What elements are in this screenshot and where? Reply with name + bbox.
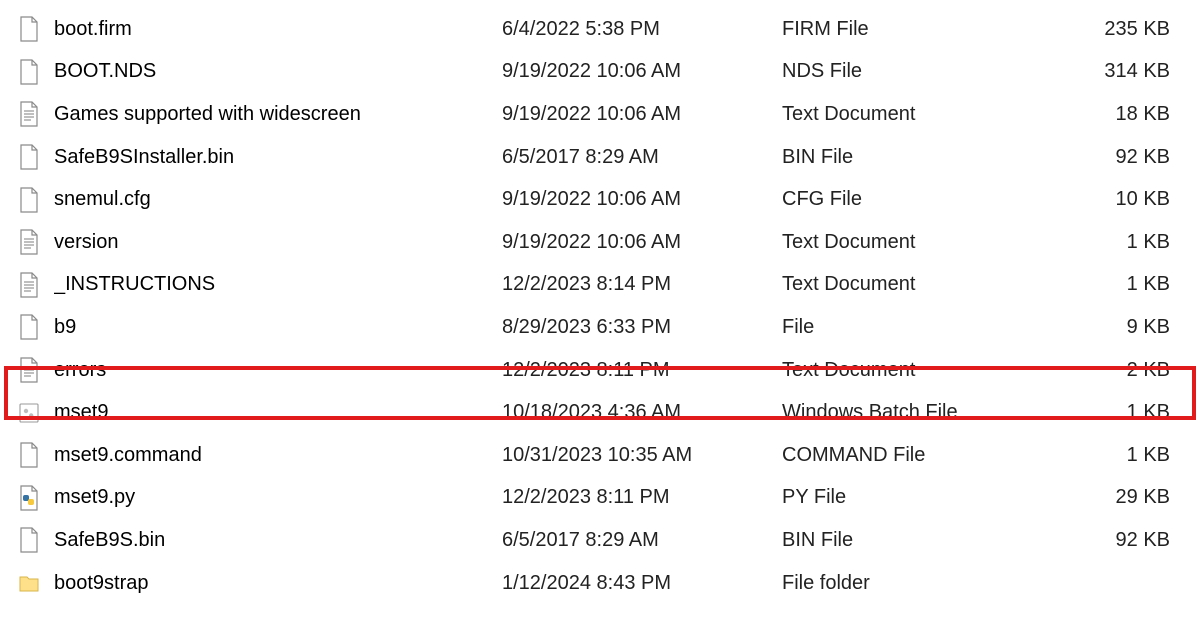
file-date: 12/2/2023 8:11 PM — [502, 359, 782, 382]
file-row[interactable]: _INSTRUCTIONS12/2/2023 8:14 PMText Docum… — [0, 264, 1200, 307]
file-type: COMMAND File — [782, 444, 1044, 467]
file-type: BIN File — [782, 146, 1044, 169]
file-type: File — [782, 316, 1044, 339]
file-text-icon — [18, 357, 54, 383]
file-size: 10 KB — [1044, 188, 1170, 211]
file-type: FIRM File — [782, 18, 1044, 41]
file-name: version — [54, 231, 502, 254]
file-date: 9/19/2022 10:06 AM — [502, 188, 782, 211]
file-name: Games supported with widescreen — [54, 103, 502, 126]
file-size: 18 KB — [1044, 103, 1170, 126]
file-name: mset9.command — [54, 444, 502, 467]
file-text-icon — [18, 229, 54, 255]
file-type: BIN File — [782, 529, 1044, 552]
file-row[interactable]: mset9.py12/2/2023 8:11 PMPY File29 KB — [0, 477, 1200, 520]
file-row[interactable]: mset910/18/2023 4:36 AMWindows Batch Fil… — [0, 391, 1200, 434]
file-size: 235 KB — [1044, 18, 1170, 41]
file-row[interactable]: snemul.cfg9/19/2022 10:06 AMCFG File10 K… — [0, 178, 1200, 221]
file-type: NDS File — [782, 60, 1044, 83]
file-text-icon — [18, 101, 54, 127]
file-name: BOOT.NDS — [54, 60, 502, 83]
file-blank-icon — [18, 16, 54, 42]
file-date: 1/12/2024 8:43 PM — [502, 572, 782, 595]
file-name: snemul.cfg — [54, 188, 502, 211]
file-type: Text Document — [782, 359, 1044, 382]
folder-icon — [18, 570, 54, 596]
file-batch-icon — [18, 400, 54, 426]
file-date: 8/29/2023 6:33 PM — [502, 316, 782, 339]
file-size: 1 KB — [1044, 273, 1170, 296]
file-name: SafeB9SInstaller.bin — [54, 146, 502, 169]
file-size: 2 KB — [1044, 359, 1170, 382]
file-blank-icon — [18, 144, 54, 170]
file-date: 9/19/2022 10:06 AM — [502, 103, 782, 126]
file-row[interactable]: version9/19/2022 10:06 AMText Document1 … — [0, 221, 1200, 264]
file-blank-icon — [18, 59, 54, 85]
file-size: 92 KB — [1044, 529, 1170, 552]
file-name: mset9.py — [54, 486, 502, 509]
file-size: 92 KB — [1044, 146, 1170, 169]
file-date: 6/5/2017 8:29 AM — [502, 146, 782, 169]
file-date: 6/4/2022 5:38 PM — [502, 18, 782, 41]
file-size: 1 KB — [1044, 444, 1170, 467]
file-type: Windows Batch File — [782, 401, 1044, 424]
file-row[interactable]: Games supported with widescreen9/19/2022… — [0, 93, 1200, 136]
file-python-icon — [18, 485, 54, 511]
file-date: 12/2/2023 8:14 PM — [502, 273, 782, 296]
file-size: 9 KB — [1044, 316, 1170, 339]
file-date: 10/18/2023 4:36 AM — [502, 401, 782, 424]
file-size: 1 KB — [1044, 401, 1170, 424]
file-name: _INSTRUCTIONS — [54, 273, 502, 296]
file-blank-icon — [18, 187, 54, 213]
file-name: boot.firm — [54, 18, 502, 41]
file-type: PY File — [782, 486, 1044, 509]
file-date: 12/2/2023 8:11 PM — [502, 486, 782, 509]
file-size: 29 KB — [1044, 486, 1170, 509]
file-list[interactable]: boot.firm6/4/2022 5:38 PMFIRM File235 KB… — [0, 0, 1200, 604]
file-row[interactable]: errors12/2/2023 8:11 PMText Document2 KB — [0, 349, 1200, 392]
file-row[interactable]: SafeB9SInstaller.bin6/5/2017 8:29 AMBIN … — [0, 136, 1200, 179]
file-row[interactable]: boot.firm6/4/2022 5:38 PMFIRM File235 KB — [0, 8, 1200, 51]
file-type: File folder — [782, 572, 1044, 595]
file-type: Text Document — [782, 103, 1044, 126]
file-row[interactable]: SafeB9S.bin6/5/2017 8:29 AMBIN File92 KB — [0, 519, 1200, 562]
file-name: SafeB9S.bin — [54, 529, 502, 552]
file-blank-icon — [18, 527, 54, 553]
file-row[interactable]: BOOT.NDS9/19/2022 10:06 AMNDS File314 KB — [0, 51, 1200, 94]
file-name: boot9strap — [54, 572, 502, 595]
file-size: 1 KB — [1044, 231, 1170, 254]
file-name: b9 — [54, 316, 502, 339]
file-blank-icon — [18, 314, 54, 340]
file-blank-icon — [18, 442, 54, 468]
file-date: 6/5/2017 8:29 AM — [502, 529, 782, 552]
file-date: 9/19/2022 10:06 AM — [502, 231, 782, 254]
file-row[interactable]: boot9strap1/12/2024 8:43 PMFile folder — [0, 562, 1200, 605]
file-name: mset9 — [54, 401, 502, 424]
file-type: Text Document — [782, 273, 1044, 296]
file-date: 9/19/2022 10:06 AM — [502, 60, 782, 83]
file-type: Text Document — [782, 231, 1044, 254]
file-date: 10/31/2023 10:35 AM — [502, 444, 782, 467]
file-type: CFG File — [782, 188, 1044, 211]
file-row[interactable]: b98/29/2023 6:33 PMFile9 KB — [0, 306, 1200, 349]
file-row[interactable]: mset9.command10/31/2023 10:35 AMCOMMAND … — [0, 434, 1200, 477]
file-size: 314 KB — [1044, 60, 1170, 83]
file-text-icon — [18, 272, 54, 298]
file-name: errors — [54, 359, 502, 382]
